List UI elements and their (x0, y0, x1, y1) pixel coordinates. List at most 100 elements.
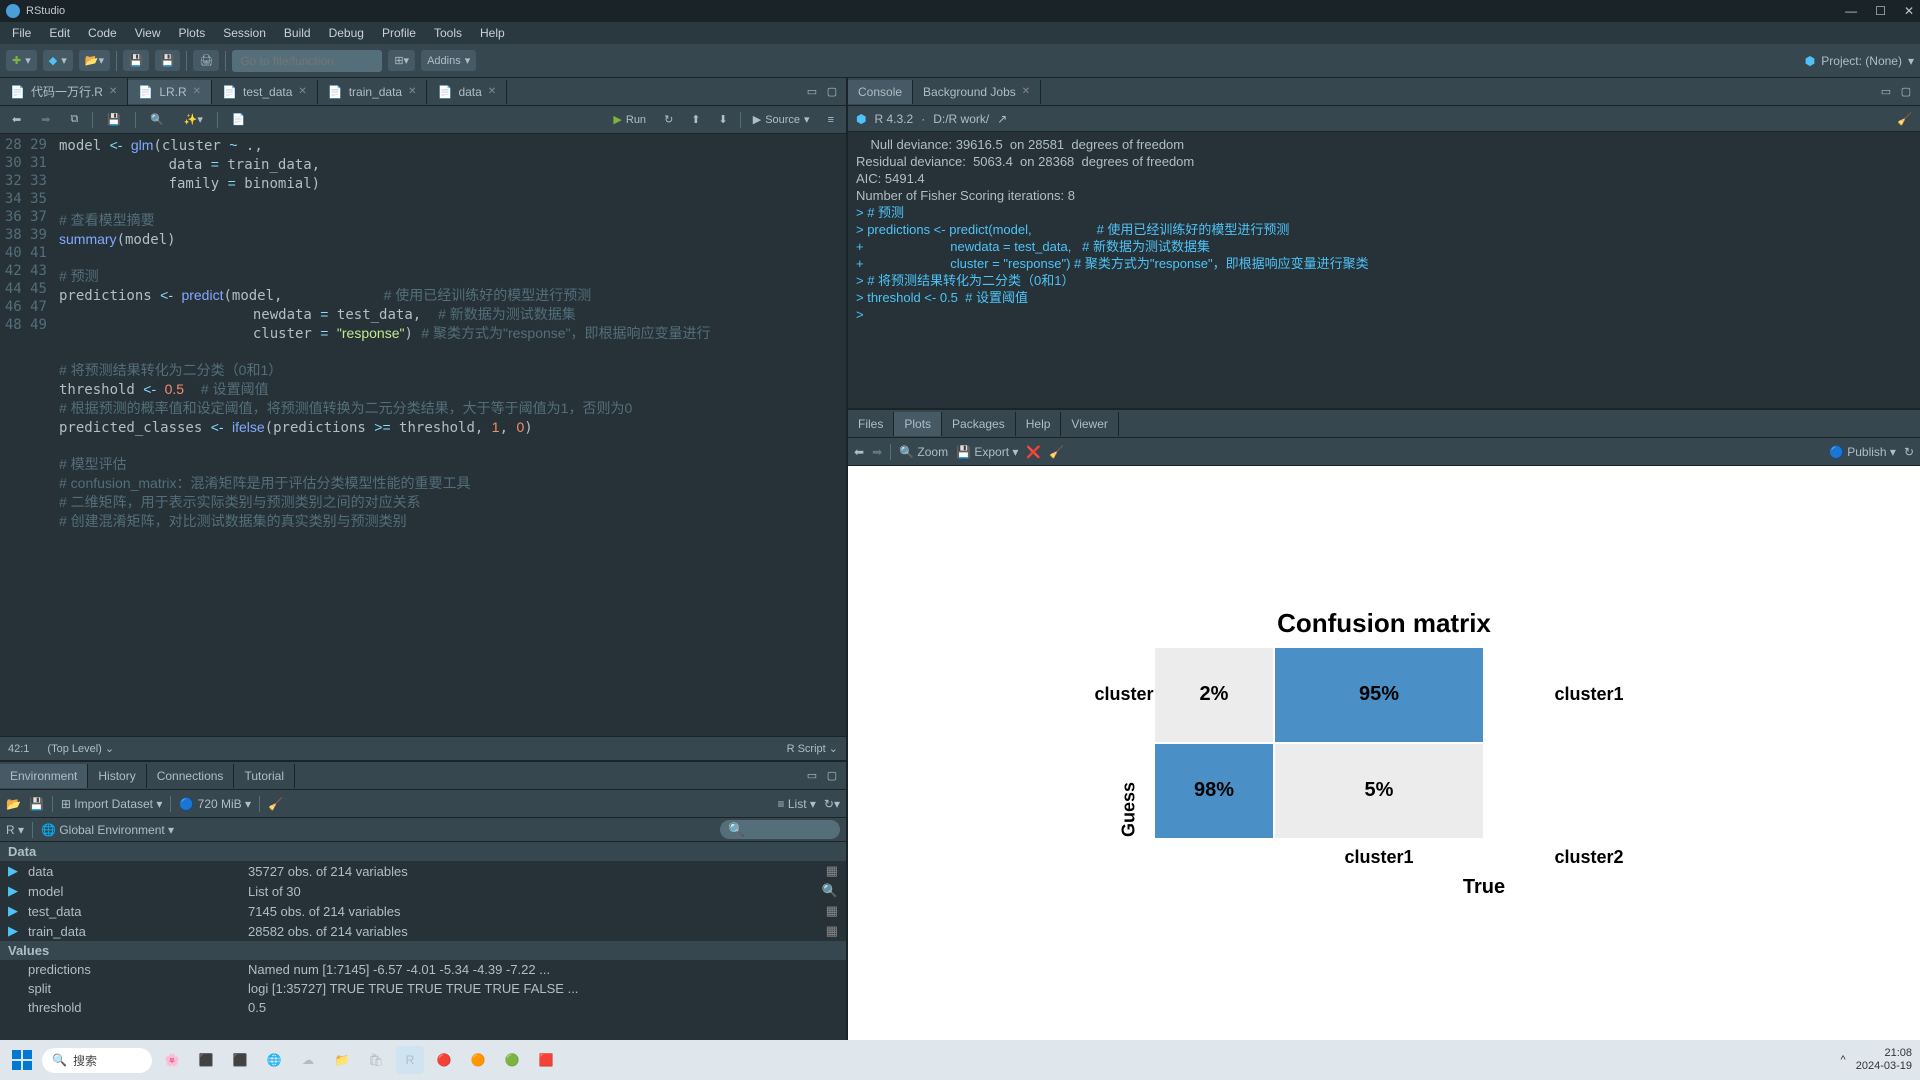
show-in-new-window-button[interactable]: ⧉ (64, 111, 84, 128)
menu-debug[interactable]: Debug (321, 24, 372, 42)
close-tab-icon[interactable]: ✕ (193, 86, 201, 97)
menu-file[interactable]: File (4, 24, 39, 42)
env-variable-row[interactable]: ▶train_data28582 obs. of 214 variables▦ (0, 921, 846, 941)
refresh-env-button[interactable]: ↻▾ (824, 797, 840, 811)
remove-plot-button[interactable]: ❌ (1026, 445, 1041, 459)
taskbar-app-5[interactable]: ☁ (294, 1046, 322, 1074)
taskbar-edge[interactable]: 🌐 (260, 1046, 288, 1074)
env-variable-row[interactable]: threshold0.5 (0, 998, 846, 1017)
minimize-env-pane-icon[interactable]: ▭ (804, 768, 820, 784)
go-down-button[interactable]: ⬇ (713, 111, 734, 128)
source-tab[interactable]: 📄LR.R✕ (128, 80, 212, 104)
go-up-button[interactable]: ⬆ (685, 111, 706, 128)
menu-view[interactable]: View (127, 24, 169, 42)
console-output[interactable]: Null deviance: 39616.5 on 28581 degrees … (848, 132, 1920, 408)
load-workspace-button[interactable]: 📂 (6, 797, 21, 811)
file-type-selector[interactable]: R Script ⌄ (787, 742, 838, 755)
forward-button[interactable]: ➡ (35, 111, 56, 128)
env-tab-tutorial[interactable]: Tutorial (234, 764, 295, 788)
addins-button[interactable]: Addins ▾ (421, 50, 476, 71)
environment-list[interactable]: Data▶data35727 obs. of 214 variables▦▶mo… (0, 842, 846, 1040)
env-variable-row[interactable]: ▶modelList of 30🔍 (0, 881, 846, 901)
taskbar-app-2[interactable]: ⬛ (192, 1046, 220, 1074)
scope-selector[interactable]: (Top Level) ⌄ (47, 742, 114, 755)
menu-profile[interactable]: Profile (374, 24, 424, 42)
maximize-pane-icon[interactable]: ▢ (824, 84, 840, 100)
console-tab-background-jobs[interactable]: Background Jobs ✕ (913, 80, 1041, 104)
plots-tab-help[interactable]: Help (1016, 412, 1062, 436)
env-tab-environment[interactable]: Environment (0, 764, 88, 788)
close-tab-icon[interactable]: ✕ (408, 86, 416, 97)
plots-tab-files[interactable]: Files (848, 412, 894, 436)
source-tab[interactable]: 📄data✕ (427, 80, 507, 104)
grid-button[interactable]: ⊞▾ (388, 50, 415, 71)
maximize-env-pane-icon[interactable]: ▢ (824, 768, 840, 784)
working-directory[interactable]: D:/R work/ (933, 112, 989, 126)
source-tab[interactable]: 📄train_data✕ (318, 80, 428, 104)
minimize-pane-icon[interactable]: ▭ (804, 84, 820, 100)
menu-code[interactable]: Code (80, 24, 125, 42)
start-button[interactable] (8, 1046, 36, 1074)
find-button[interactable]: 🔍 (144, 111, 170, 128)
taskbar-app-11[interactable]: 🟢 (498, 1046, 526, 1074)
env-variable-row[interactable]: ▶data35727 obs. of 214 variables▦ (0, 861, 846, 881)
taskbar-app-3[interactable]: ⬛ (226, 1046, 254, 1074)
open-file-button[interactable]: 📂▾ (79, 50, 110, 71)
plot-next-button[interactable]: ➡ (872, 445, 882, 459)
rerun-button[interactable]: ↻ (658, 111, 679, 128)
export-button[interactable]: 💾 Export ▾ (956, 445, 1018, 459)
close-tab-icon[interactable]: ✕ (109, 86, 117, 97)
taskbar-chrome[interactable]: 🔴 (430, 1046, 458, 1074)
env-tab-connections[interactable]: Connections (147, 764, 235, 788)
save-workspace-button[interactable]: 💾 (29, 797, 44, 811)
tray-chevron-icon[interactable]: ^ (1841, 1054, 1846, 1066)
code-editor[interactable]: 28 29 30 31 32 33 34 35 36 37 38 39 40 4… (0, 134, 846, 736)
clear-plots-button[interactable]: 🧹 (1049, 445, 1064, 459)
minimize-button[interactable]: — (1845, 4, 1857, 18)
clock-time[interactable]: 21:08 (1856, 1047, 1912, 1060)
outline-button[interactable]: ≡ (822, 112, 840, 128)
goto-file-input[interactable] (232, 50, 382, 72)
env-tab-history[interactable]: History (88, 764, 146, 788)
menu-tools[interactable]: Tools (426, 24, 470, 42)
menu-session[interactable]: Session (215, 24, 274, 42)
taskbar-search[interactable]: 🔍 搜索 (42, 1048, 152, 1073)
back-button[interactable]: ⬅ (6, 111, 27, 128)
close-tab-icon[interactable]: ✕ (298, 86, 306, 97)
menu-help[interactable]: Help (472, 24, 513, 42)
language-selector[interactable]: R ▾ (6, 823, 24, 837)
source-button[interactable]: ▶Source ▾ (747, 111, 816, 128)
clear-workspace-button[interactable]: 🧹 (268, 797, 283, 811)
menu-edit[interactable]: Edit (41, 24, 78, 42)
list-view-button[interactable]: ≡ List ▾ (778, 797, 816, 811)
taskbar-rstudio[interactable]: R (396, 1046, 424, 1074)
env-search-input[interactable] (720, 820, 840, 839)
menu-build[interactable]: Build (276, 24, 319, 42)
print-button[interactable]: 🖨 (193, 50, 219, 71)
minimize-console-icon[interactable]: ▭ (1878, 84, 1894, 100)
save-source-button[interactable]: 💾 (101, 111, 127, 128)
taskbar-powerpoint[interactable]: 🟥 (532, 1046, 560, 1074)
refresh-plot-button[interactable]: ↻ (1904, 445, 1914, 459)
env-variable-row[interactable]: ▶test_data7145 obs. of 214 variables▦ (0, 901, 846, 921)
wand-button[interactable]: ✨▾ (178, 111, 209, 128)
env-variable-row[interactable]: predictionsNamed num [1:7145] -6.57 -4.0… (0, 960, 846, 979)
publish-button[interactable]: 🔵 Publish ▾ (1829, 445, 1896, 459)
plots-tab-plots[interactable]: Plots (894, 412, 942, 436)
maximize-console-icon[interactable]: ▢ (1898, 84, 1914, 100)
project-menu[interactable]: Project: (None) (1821, 54, 1902, 68)
run-button[interactable]: ▶Run (607, 111, 652, 128)
save-button[interactable]: 💾 (123, 50, 149, 71)
compile-report-button[interactable]: 📄 (226, 111, 252, 128)
taskbar-app-1[interactable]: 🌸 (158, 1046, 186, 1074)
taskbar-files[interactable]: 📁 (328, 1046, 356, 1074)
close-tab-icon[interactable]: ✕ (488, 86, 496, 97)
source-tab[interactable]: 📄test_data✕ (212, 80, 318, 104)
source-tab[interactable]: 📄代码一万行.R✕ (0, 78, 128, 105)
menu-plots[interactable]: Plots (171, 24, 214, 42)
memory-usage[interactable]: 🔵 720 MiB ▾ (179, 797, 251, 811)
scope-selector[interactable]: 🌐 Global Environment ▾ (41, 823, 174, 837)
env-variable-row[interactable]: splitlogi [1:35727] TRUE TRUE TRUE TRUE … (0, 979, 846, 998)
plot-prev-button[interactable]: ⬅ (854, 445, 864, 459)
zoom-button[interactable]: 🔍 Zoom (899, 445, 948, 459)
